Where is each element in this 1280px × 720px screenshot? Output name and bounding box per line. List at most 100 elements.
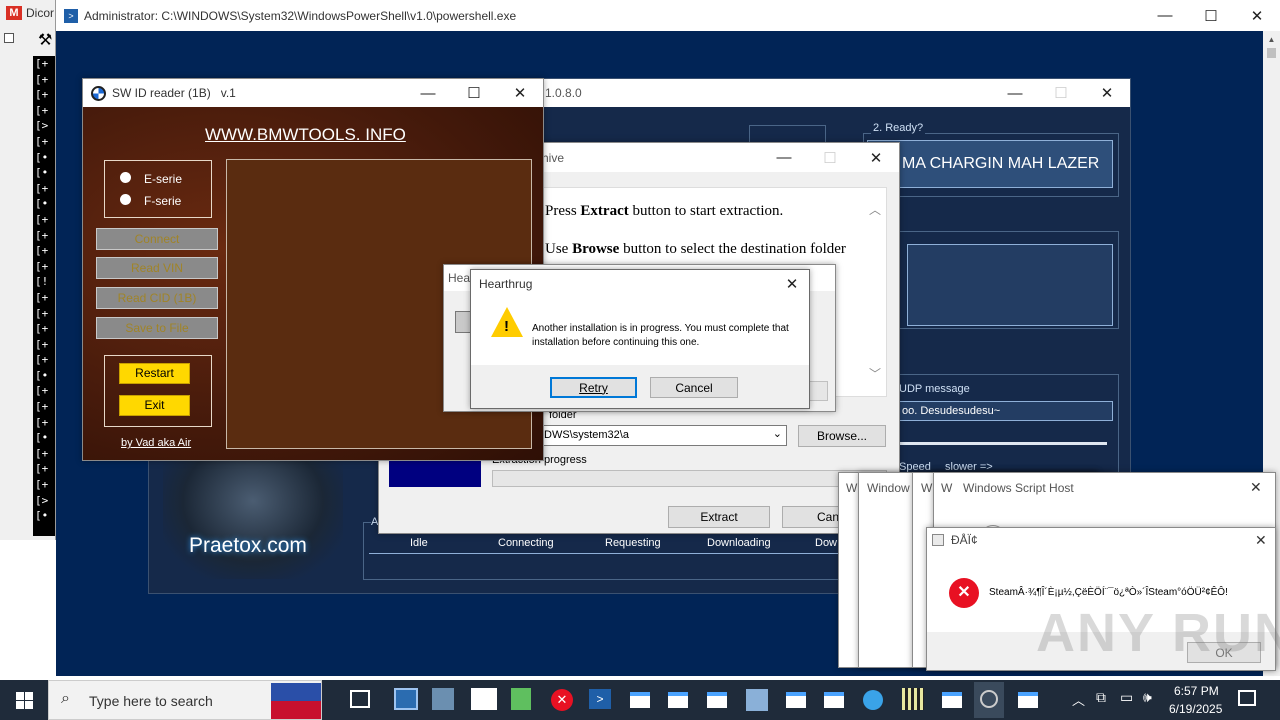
powershell-titlebar[interactable]: > Administrator: C:\WINDOWS\System32\Win… — [56, 0, 1280, 31]
console-line: [+ — [35, 88, 49, 102]
swid-title: SW ID reader (1B) — [112, 86, 211, 100]
checkbox[interactable] — [4, 33, 14, 43]
folder-combobox[interactable]: DWS\system32\a ⌄ — [539, 425, 787, 446]
brand-label: Praetox.com — [189, 534, 307, 557]
scroll-thumb[interactable] — [1267, 48, 1276, 58]
warning-mark: ! — [504, 318, 509, 335]
close-icon[interactable]: ✕ — [1084, 78, 1130, 108]
close-icon[interactable]: ✕ — [853, 143, 899, 173]
retry-button[interactable]: Retry — [550, 377, 637, 398]
console-line: [• — [35, 150, 49, 164]
volume-icon[interactable]: 🕪 — [1143, 689, 1152, 706]
status-downloading: Downloading — [707, 537, 771, 549]
minimize-icon[interactable]: — — [405, 79, 451, 108]
taskbar-app-notepad[interactable] — [511, 688, 531, 710]
radio-f-serie[interactable] — [120, 194, 131, 205]
credit-link[interactable]: by Vad aka Air — [121, 437, 191, 449]
chevron-up-icon[interactable]: ︿ — [1072, 690, 1085, 709]
wifi-icon[interactable]: ▭ — [1120, 689, 1133, 706]
script-host-title-1: W — [846, 481, 858, 495]
browse-button[interactable]: Browse... — [798, 425, 886, 447]
maximize-icon[interactable]: ☐ — [1188, 1, 1234, 31]
taskbar-app-window-7[interactable] — [1018, 692, 1038, 708]
udp-message-field[interactable]: oo. Desudesudesu~ — [897, 401, 1113, 421]
maximize-icon[interactable]: ☐ — [1038, 78, 1084, 108]
maximize-icon[interactable]: ☐ — [451, 79, 497, 108]
instruction-extract: Press Extract button to start extraction… — [545, 203, 784, 219]
read-vin-button[interactable]: Read VIN — [96, 257, 218, 279]
close-icon[interactable]: ✕ — [1234, 1, 1280, 31]
radio-e-serie[interactable] — [120, 172, 131, 183]
taskbar-app-window-6[interactable] — [942, 692, 962, 708]
taskbar-app-error[interactable]: ✕ — [551, 689, 573, 711]
restart-button[interactable]: Restart — [119, 363, 190, 384]
maximize-icon[interactable]: ☐ — [807, 143, 853, 173]
clock-time[interactable]: 6:57 PM — [1174, 684, 1219, 698]
scroll-down-icon[interactable]: ﹀ — [869, 365, 881, 382]
hearthrug-dialog[interactable]: Hearthrug ✕ ! Another installation is in… — [470, 269, 810, 409]
save-to-file-button[interactable]: Save to File — [96, 317, 218, 339]
extract-button[interactable]: Extract — [668, 506, 770, 528]
close-icon[interactable]: ✕ — [775, 270, 809, 299]
hearthrug-titlebar[interactable]: Hearthrug ✕ — [471, 270, 809, 297]
start-button[interactable] — [0, 680, 48, 720]
taskbar-app-powershell[interactable]: > — [589, 689, 611, 709]
console-line: [+ — [35, 384, 49, 398]
steam-error-title: ÐÅÏ¢ — [951, 533, 978, 547]
taskbar-app-tools[interactable] — [432, 688, 454, 710]
exit-button[interactable]: Exit — [119, 395, 190, 416]
archive-icon-box — [389, 461, 481, 487]
options-box — [907, 244, 1113, 326]
taskbar-app-window-4[interactable] — [786, 692, 806, 708]
hearthrug-title: Hearthrug — [479, 276, 533, 291]
cancel-button[interactable]: Cancel — [650, 377, 738, 398]
taskbar-app-monitor[interactable] — [394, 688, 418, 710]
speed-slider-track[interactable] — [897, 442, 1107, 445]
scroll-up-icon[interactable]: ︿ — [869, 201, 881, 218]
network-icon[interactable]: ⧉ — [1096, 689, 1106, 706]
console-line: [+ — [35, 259, 49, 273]
bmw-icon — [91, 85, 106, 101]
close-icon[interactable]: ✕ — [497, 79, 543, 108]
minimize-icon[interactable]: — — [761, 143, 807, 173]
scroll-up-icon[interactable]: ▲ — [1263, 35, 1280, 44]
taskbar-app-window-5[interactable] — [824, 692, 844, 708]
minimize-icon[interactable]: — — [992, 78, 1038, 108]
taskbar-app-installer[interactable] — [746, 689, 768, 711]
read-cid-button[interactable]: Read CID (1B) — [96, 287, 218, 309]
console-line: [+ — [35, 134, 49, 148]
task-view-icon[interactable] — [350, 690, 370, 708]
clock-date[interactable]: 6/19/2025 — [1169, 702, 1222, 716]
minimize-icon[interactable]: — — [1142, 1, 1188, 31]
close-icon[interactable]: ✕ — [1255, 532, 1267, 549]
fire-button[interactable]: MA CHARGIN MAH LAZER — [867, 140, 1113, 188]
hearthrug-back-title: Hea — [448, 271, 471, 285]
console-line: [+ — [35, 103, 49, 117]
search-placeholder: Type here to search — [89, 693, 213, 709]
taskbar-app-window-3[interactable] — [707, 692, 727, 708]
console-line: [+ — [35, 337, 49, 351]
taskbar-app-edge[interactable] — [863, 690, 883, 710]
taskbar-app-grid[interactable] — [902, 688, 924, 710]
steam-error-message: SteamÂ·¾¶Î´È¡µ½,ÇëÈÖÍ¨¯ö¿ªÒ»´ÎSteam°óÖÜ²… — [989, 587, 1228, 598]
chevron-down-icon[interactable]: ⌄ — [773, 427, 782, 440]
script-host-title: Windows Script Host — [963, 481, 1074, 495]
instruction-browse: Use Browse button to select the destinat… — [545, 241, 846, 257]
close-icon[interactable]: ✕ — [1250, 479, 1262, 496]
swid-titlebar[interactable]: SW ID reader (1B) v.1 — ☐ ✕ — [83, 79, 543, 107]
search-box[interactable]: ⌕ Type here to search — [48, 680, 322, 720]
taskbar-app-window-2[interactable] — [668, 692, 688, 708]
console-line: [+ — [35, 228, 49, 242]
lazer-logo: Praetox.com — [163, 449, 343, 579]
connect-button[interactable]: Connect — [96, 228, 218, 250]
script-host-title-4: W — [941, 481, 953, 495]
console-line: [+ — [35, 462, 49, 476]
taskbar-app-document[interactable] — [471, 688, 497, 710]
taskbar-app-lazer[interactable] — [974, 682, 1004, 718]
site-link[interactable]: WWW.BMWTOOLS. INFO — [205, 125, 406, 145]
notification-icon[interactable] — [1238, 690, 1256, 706]
udp-label: UDP message — [899, 383, 970, 395]
series-group — [104, 160, 212, 218]
powershell-icon: > — [64, 8, 78, 23]
taskbar-app-window-1[interactable] — [630, 692, 650, 708]
